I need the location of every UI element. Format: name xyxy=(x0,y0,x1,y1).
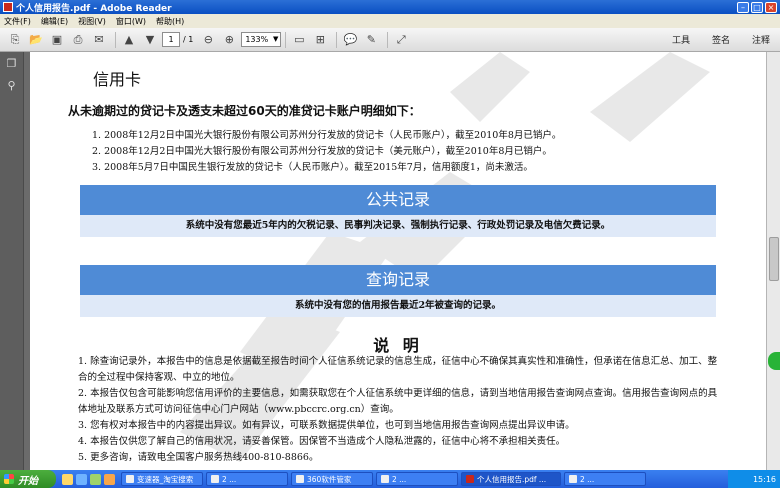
list-item: 4. 本报告仅供您了解自己的信用状况，请妥善保管。因保管不当造成个人隐私泄露的，… xyxy=(78,436,566,447)
list-item: 1. 除查询记录外，本报告中的信息是依据截至报告时间个人征信系统记录的信息生成，… xyxy=(78,356,718,383)
taskbar-item[interactable]: 2 ... xyxy=(564,472,646,486)
quick-launch xyxy=(62,473,115,485)
window-icon xyxy=(126,475,134,483)
highlight-icon[interactable]: ✎ xyxy=(362,31,380,49)
page-total: / 1 xyxy=(183,35,194,44)
menu-bar: 文件(F) 编辑(E) 视图(V) 窗口(W) 帮助(H) xyxy=(0,14,780,28)
menu-view[interactable]: 视图(V) xyxy=(78,16,106,27)
toolbar-divider xyxy=(387,31,389,48)
comment-pane-button[interactable]: 注释 xyxy=(752,33,770,46)
section-text: 系统中没有您最近5年内的欠税记录、民事判决记录、强制执行记录、行政处罚记录及电信… xyxy=(80,215,716,237)
public-records-section: 公共记录 系统中没有您最近5年内的欠税记录、民事判决记录、强制执行记录、行政处罚… xyxy=(80,185,716,237)
create-pdf-icon[interactable]: ⎘ xyxy=(6,31,24,49)
menu-help[interactable]: 帮助(H) xyxy=(156,16,184,27)
window-icon xyxy=(296,475,304,483)
system-tray: 15:16 xyxy=(728,470,780,488)
menu-edit[interactable]: 编辑(E) xyxy=(41,16,68,27)
chevron-down-icon: ▼ xyxy=(272,35,279,43)
taskbar-item[interactable]: 2 ... xyxy=(376,472,458,486)
zoom-out-icon[interactable]: ⊖ xyxy=(199,31,217,49)
notes-title: 说 明 xyxy=(373,336,423,355)
email-icon[interactable]: ✉ xyxy=(90,31,108,49)
app-icon[interactable] xyxy=(90,473,101,485)
notes-list: 1. 除查询记录外，本报告中的信息是依据截至报告时间个人征信系统记录的信息生成，… xyxy=(78,354,718,466)
list-item: 1. 2008年12月2日中国光大银行股份有限公司苏州分行发放的贷记卡（人民币账… xyxy=(92,130,562,141)
zoom-value: 133% xyxy=(245,35,269,44)
start-label: 开始 xyxy=(18,475,38,487)
page-thumbnails-icon[interactable]: ❐ xyxy=(5,57,19,71)
menu-file[interactable]: 文件(F) xyxy=(4,16,31,27)
taskbar: 开始 变速器_淘宝搜索 2 ... 360软件管家 2 ... 个人信用报告.p… xyxy=(0,470,780,488)
window-icon xyxy=(381,475,389,483)
navigation-pane: ❐ ⚲ xyxy=(0,52,24,470)
section-title: 查询记录 xyxy=(80,265,716,295)
window-icon xyxy=(569,475,577,483)
document-page: 信用卡 从未逾期过的贷记卡及透支未超过60天的准贷记卡账户明细如下： 1. 20… xyxy=(30,52,766,470)
toolbar-divider xyxy=(285,31,287,48)
list-item: 2. 本报告仅包含可能影响您信用评价的主要信息，如需获取您在个人征信系统中更详细… xyxy=(78,388,718,415)
card-list-heading: 从未逾期过的贷记卡及透支未超过60天的准贷记卡账户明细如下： xyxy=(68,104,421,118)
attachments-icon[interactable]: ⚲ xyxy=(5,79,19,93)
query-records-section: 查询记录 系统中没有您的信用报告最近2年被查询的记录。 xyxy=(80,265,716,317)
fit-width-icon[interactable]: ⊞ xyxy=(311,31,329,49)
menu-window[interactable]: 窗口(W) xyxy=(116,16,146,27)
media-icon[interactable] xyxy=(104,473,115,485)
clock[interactable]: 15:16 xyxy=(753,475,776,484)
floating-widget-icon[interactable] xyxy=(768,352,780,370)
start-button[interactable]: 开始 xyxy=(0,470,56,488)
tools-pane-button[interactable]: 工具 xyxy=(672,33,690,46)
windows-logo-icon xyxy=(4,474,14,484)
maximize-button[interactable]: □ xyxy=(751,1,763,13)
toolbar-divider xyxy=(115,31,116,48)
adobe-reader-icon xyxy=(3,2,13,12)
toolbar-divider xyxy=(336,31,338,48)
page-number-input[interactable]: 1 xyxy=(162,32,180,47)
window-title: 个人信用报告.pdf - Adobe Reader xyxy=(16,3,172,14)
previous-page-icon[interactable]: ▲ xyxy=(120,31,138,49)
list-item: 5. 更多咨询，请致电全国客户服务热线400-810-8866。 xyxy=(78,452,319,463)
taskbar-item-active[interactable]: 个人信用报告.pdf ... xyxy=(461,472,561,486)
section-heading: 信用卡 xyxy=(93,70,142,89)
list-item: 2. 2008年12月2日中国光大银行股份有限公司苏州分行发放的贷记卡（美元账户… xyxy=(92,146,552,157)
minimize-button[interactable]: – xyxy=(737,1,749,13)
list-item: 3. 2008年5月7日中国民生银行发放的贷记卡（人民币账户）。截至2015年7… xyxy=(92,162,533,173)
vertical-scrollbar[interactable] xyxy=(766,52,780,470)
section-title: 公共记录 xyxy=(80,185,716,215)
open-icon[interactable]: 📂 xyxy=(27,31,45,49)
scrollbar-thumb[interactable] xyxy=(769,237,779,281)
pdf-icon xyxy=(466,475,474,483)
sign-pane-button[interactable]: 签名 xyxy=(712,33,730,46)
folder-icon[interactable] xyxy=(62,473,73,485)
comment-icon[interactable]: 💬 xyxy=(341,31,359,49)
save-icon[interactable]: ▣ xyxy=(48,31,66,49)
window-icon xyxy=(211,475,219,483)
taskbar-item[interactable]: 2 ... xyxy=(206,472,288,486)
zoom-in-icon[interactable]: ⊕ xyxy=(220,31,238,49)
zoom-select[interactable]: 133% ▼ xyxy=(241,32,282,47)
card-list: 1. 2008年12月2日中国光大银行股份有限公司苏州分行发放的贷记卡（人民币账… xyxy=(92,128,561,176)
print-icon[interactable]: ⎙ xyxy=(69,31,87,49)
section-text: 系统中没有您的信用报告最近2年被查询的记录。 xyxy=(80,295,716,317)
next-page-icon[interactable]: ▼ xyxy=(141,31,159,49)
title-bar: 个人信用报告.pdf - Adobe Reader – □ × xyxy=(0,0,780,14)
list-item: 3. 您有权对本报告中的内容提出异议。如有异议，可联系数据提供单位，也可到当地信… xyxy=(78,420,575,431)
taskbar-item[interactable]: 360软件管家 xyxy=(291,472,373,486)
browser-icon[interactable] xyxy=(76,473,87,485)
taskbar-item[interactable]: 变速器_淘宝搜索 xyxy=(121,472,203,486)
close-button[interactable]: × xyxy=(765,1,777,13)
expand-icon[interactable]: ⤢ xyxy=(392,31,410,49)
toolbar: ⎘ 📂 ▣ ⎙ ✉ ▲ ▼ 1 / 1 ⊖ ⊕ 133% ▼ ▭ ⊞ 💬 ✎ ⤢… xyxy=(0,28,780,52)
fit-page-icon[interactable]: ▭ xyxy=(290,31,308,49)
